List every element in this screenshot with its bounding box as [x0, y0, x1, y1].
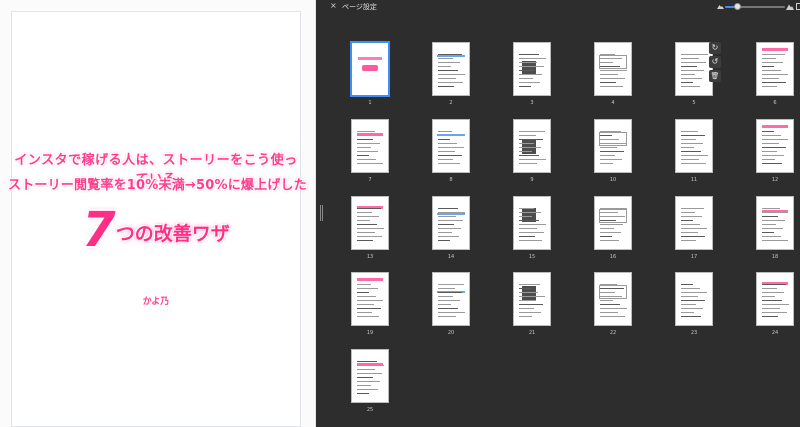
page-thumbnail-image[interactable] — [675, 42, 713, 96]
cover-author: かよ乃 — [142, 297, 170, 307]
page-number: 9 — [530, 177, 534, 183]
preview-page: インスタで稼げる人は、ストーリーをこう使っている ストーリー閲覧率を10%未満→… — [8, 11, 307, 427]
page-number: 23 — [690, 330, 698, 336]
page-thumbnail-image[interactable] — [675, 119, 713, 173]
page-thumbnail-grid: 1 2 3 4 5 6 7 8 9 10 11 12 13 14 15 16 17 18 19 20 21 22 23 24 2… — [316, 0, 800, 427]
cover-title: 7つの改善ワザ — [12, 202, 300, 258]
page-thumbnail[interactable]: 12 — [741, 119, 800, 191]
page-thumbnail[interactable]: 14 — [417, 196, 487, 268]
cover-title-text: つの改善ワザ — [115, 223, 230, 245]
page-number: 22 — [609, 330, 617, 336]
page-thumbnail-image[interactable] — [432, 272, 470, 326]
page-number: 1 — [368, 100, 372, 106]
page-thumbnail[interactable]: 4 — [579, 42, 649, 114]
page-number: 6 — [773, 100, 777, 106]
page-number: 2 — [449, 100, 453, 106]
page-thumbnail-image[interactable] — [513, 196, 551, 250]
page-number: 19 — [366, 330, 374, 336]
page-thumbnail-image[interactable] — [351, 196, 389, 250]
page-thumbnail[interactable]: 25 — [336, 349, 406, 421]
page-number: 5 — [692, 100, 696, 106]
rotate-ccw-icon[interactable]: ↺ — [709, 56, 721, 68]
page-thumbnail-image[interactable] — [513, 272, 551, 326]
page-thumbnail[interactable]: 1 — [336, 42, 406, 114]
page-number: 16 — [609, 254, 617, 260]
cover-subtitle-2: ストーリー閲覧率を10%未満→50%に爆上げした — [8, 178, 307, 193]
page-thumbnail-image[interactable] — [594, 196, 632, 250]
page-number: 21 — [528, 330, 536, 336]
page-thumbnail-image[interactable] — [675, 272, 713, 326]
page-thumbnail[interactable]: 8 — [417, 119, 487, 191]
page-thumbnail-image[interactable] — [432, 42, 470, 96]
page-thumbnail[interactable]: 9 — [498, 119, 568, 191]
page-thumbnail[interactable]: 19 — [336, 272, 406, 344]
page-thumbnail-image[interactable] — [351, 42, 389, 96]
page-number: 20 — [447, 330, 455, 336]
page-thumbnail-image[interactable] — [432, 196, 470, 250]
page-thumbnail[interactable]: 17 — [660, 196, 730, 268]
trash-icon[interactable]: 🗑 — [709, 70, 721, 82]
page-thumbnail-image[interactable] — [675, 196, 713, 250]
page-number: 12 — [771, 177, 779, 183]
page-number: 3 — [530, 100, 534, 106]
page-thumbnail[interactable]: 16 — [579, 196, 649, 268]
thumbnail-toolbar: ↻ ↺ 🗑 — [709, 42, 723, 82]
page-number: 24 — [771, 330, 779, 336]
page-thumbnail[interactable]: 3 — [498, 42, 568, 114]
page-thumbnail-image[interactable] — [756, 272, 794, 326]
page-thumbnail-image[interactable] — [756, 42, 794, 96]
page-number: 25 — [366, 407, 374, 413]
page-thumbnail[interactable]: 2 — [417, 42, 487, 114]
page-number: 15 — [528, 254, 536, 260]
page-number: 17 — [690, 254, 698, 260]
page-thumbnail[interactable]: 23 — [660, 272, 730, 344]
page-number: 7 — [368, 177, 372, 183]
page-number: 8 — [449, 177, 453, 183]
preview-pane: インスタで稼げる人は、ストーリーをこう使っている ストーリー閲覧率を10%未満→… — [0, 0, 316, 427]
page-thumbnail-image[interactable] — [594, 119, 632, 173]
page-thumbnail[interactable]: 13 — [336, 196, 406, 268]
page-thumbnail-image[interactable] — [594, 272, 632, 326]
page-thumbnail[interactable]: 21 — [498, 272, 568, 344]
page-number: 4 — [611, 100, 615, 106]
page-thumbnail[interactable]: 7 — [336, 119, 406, 191]
page-thumbnail-image[interactable] — [513, 119, 551, 173]
page-thumbnail-image[interactable] — [351, 349, 389, 403]
page-thumbnail[interactable]: 11 — [660, 119, 730, 191]
page-thumbnail[interactable]: 20 — [417, 272, 487, 344]
page-settings-panel: × ページ設定 1 2 3 4 5 6 7 8 9 10 11 12 13 14 15 16 17 18 19 20 2… — [316, 0, 800, 427]
page-thumbnail-image[interactable] — [351, 272, 389, 326]
page-thumbnail[interactable]: 22 — [579, 272, 649, 344]
page-thumbnail[interactable]: 15 — [498, 196, 568, 268]
page-thumbnail-image[interactable] — [756, 196, 794, 250]
page-number: 14 — [447, 254, 455, 260]
rotate-cw-icon[interactable]: ↻ — [709, 42, 721, 54]
page-thumbnail-image[interactable] — [432, 119, 470, 173]
page-number: 13 — [366, 254, 374, 260]
page-thumbnail[interactable]: 18 — [741, 196, 800, 268]
page-thumbnail[interactable]: 10 — [579, 119, 649, 191]
page-number: 11 — [690, 177, 698, 183]
page-thumbnail[interactable]: 6 — [741, 42, 800, 114]
page-thumbnail-image[interactable] — [756, 119, 794, 173]
page-thumbnail-image[interactable] — [351, 119, 389, 173]
page-thumbnail-image[interactable] — [594, 42, 632, 96]
page-thumbnail-image[interactable] — [513, 42, 551, 96]
page-number: 18 — [771, 254, 779, 260]
cover-title-number: 7 — [82, 202, 116, 258]
page-thumbnail[interactable]: 24 — [741, 272, 800, 344]
page-number: 10 — [609, 177, 617, 183]
